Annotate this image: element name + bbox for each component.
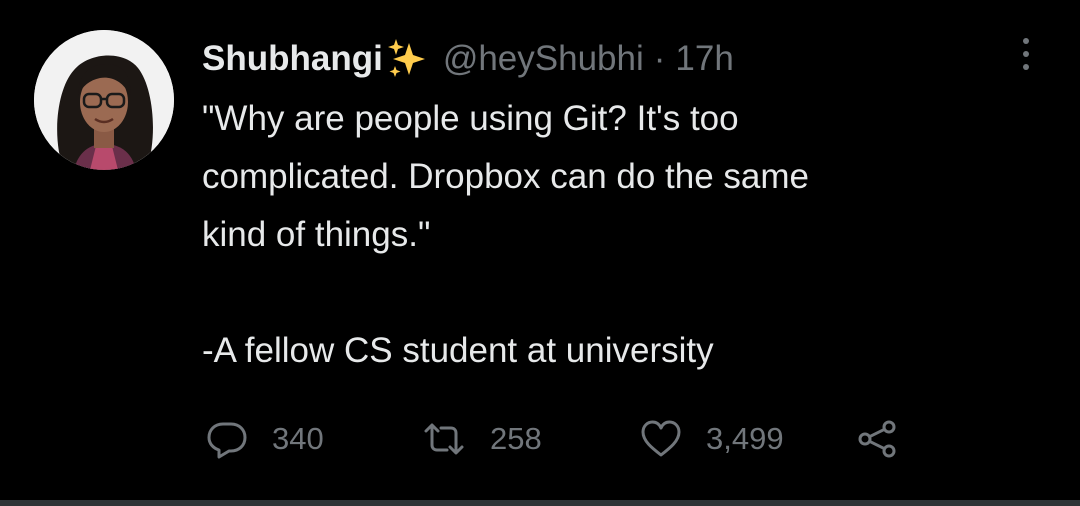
tweet-actions: 340 258 3,499: [206, 414, 926, 464]
tweet-card[interactable]: Shubhangi @heyShubhi · 17h "Why are peop…: [0, 0, 1080, 500]
like-count: 3,499: [706, 421, 784, 456]
tweet-timestamp[interactable]: 17h: [675, 34, 733, 84]
tweet-header: Shubhangi @heyShubhi · 17h: [202, 34, 734, 84]
more-options-icon[interactable]: [1014, 34, 1038, 74]
sparkles-icon: [385, 37, 429, 81]
reply-icon: [207, 422, 247, 459]
reply-button[interactable]: 340: [206, 414, 324, 464]
header-separator: ·: [653, 39, 666, 78]
retweet-button[interactable]: 258: [422, 414, 542, 464]
more-dot: [1023, 38, 1029, 44]
like-button[interactable]: 3,499: [640, 414, 784, 464]
display-name[interactable]: Shubhangi: [202, 34, 383, 84]
tweet-text-line: -A fellow CS student at university: [202, 331, 714, 370]
retweet-count: 258: [490, 421, 542, 456]
tweet-text-line: kind of things.": [202, 215, 431, 254]
avatar[interactable]: [34, 30, 174, 170]
heart-icon: [641, 420, 681, 457]
divider: [0, 500, 1080, 506]
retweet-icon: [424, 423, 464, 455]
share-button[interactable]: [856, 414, 898, 464]
more-dot: [1023, 51, 1029, 57]
tweet-text-line: complicated. Dropbox can do the same: [202, 157, 809, 196]
avatar-photo: [34, 30, 174, 170]
reply-count: 340: [272, 421, 324, 456]
tweet-text-line: "Why are people using Git? It's too: [202, 99, 739, 138]
more-dot: [1023, 64, 1029, 70]
user-handle[interactable]: @heyShubhi: [443, 34, 644, 84]
share-icon: [858, 420, 896, 458]
tweet-text: "Why are people using Git? It's too comp…: [202, 90, 1042, 380]
